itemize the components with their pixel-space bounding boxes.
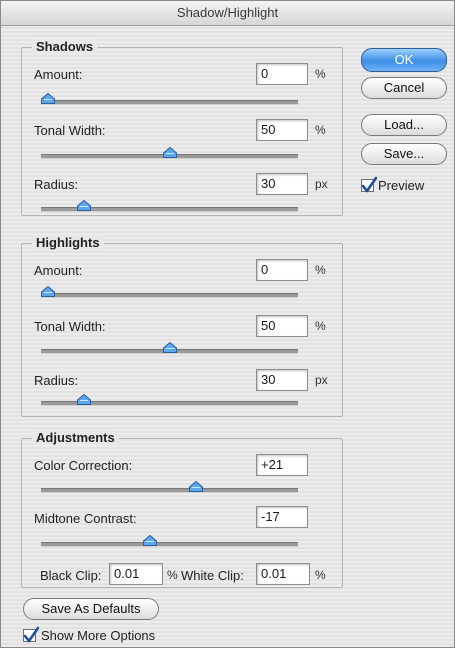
highlights-radius-field[interactable]: 30 bbox=[256, 369, 308, 391]
shadows-radius-label: Radius: bbox=[34, 177, 79, 192]
slider-thumb[interactable] bbox=[162, 145, 177, 158]
shadows-tonal-width-field[interactable]: 50 bbox=[256, 119, 308, 141]
highlights-tonal-width-label: Tonal Width: bbox=[34, 319, 106, 334]
highlights-tonal-width-unit: % bbox=[315, 319, 326, 333]
highlights-amount-label: Amount: bbox=[34, 263, 83, 278]
show-more-options-label: Show More Options bbox=[41, 628, 156, 643]
window-title: Shadow/Highlight bbox=[1, 1, 454, 26]
show-more-options-row[interactable]: Show More Options bbox=[23, 626, 203, 645]
shadow-highlight-dialog: Shadow/Highlight Shadows Amount: 0 % Ton… bbox=[0, 0, 455, 648]
slider-thumb[interactable] bbox=[41, 284, 55, 297]
black-clip-unit: % bbox=[167, 568, 178, 582]
save-button[interactable]: Save... bbox=[361, 143, 447, 165]
slider-thumb[interactable] bbox=[77, 198, 92, 211]
shadows-amount-label: Amount: bbox=[34, 67, 83, 82]
white-clip-field[interactable]: 0.01 bbox=[256, 563, 310, 585]
slider-thumb[interactable] bbox=[77, 392, 92, 405]
load-button[interactable]: Load... bbox=[361, 114, 447, 136]
slider-thumb[interactable] bbox=[41, 91, 55, 104]
checkmark-icon bbox=[23, 626, 39, 643]
checkmark-icon bbox=[361, 176, 377, 193]
black-clip-field[interactable]: 0.01 bbox=[109, 563, 163, 585]
highlights-amount-unit: % bbox=[315, 263, 326, 277]
shadows-amount-track[interactable] bbox=[41, 100, 298, 105]
shadows-title: Shadows bbox=[32, 39, 98, 54]
slider-thumb[interactable] bbox=[189, 479, 204, 492]
shadows-amount-field[interactable]: 0 bbox=[256, 63, 308, 85]
shadows-tonal-width-unit: % bbox=[315, 123, 326, 137]
midtone-contrast-track[interactable] bbox=[41, 542, 298, 547]
midtone-contrast-field[interactable]: -17 bbox=[256, 506, 308, 528]
highlights-title: Highlights bbox=[32, 235, 104, 250]
shadows-tonal-width-label: Tonal Width: bbox=[34, 123, 106, 138]
shadows-radius-field[interactable]: 30 bbox=[256, 173, 308, 195]
color-correction-track[interactable] bbox=[41, 488, 298, 493]
midtone-contrast-label: Midtone Contrast: bbox=[34, 511, 137, 526]
shadows-radius-unit: px bbox=[315, 177, 328, 191]
preview-label: Preview bbox=[378, 178, 425, 193]
preview-checkbox-row[interactable]: Preview bbox=[361, 176, 451, 195]
slider-thumb[interactable] bbox=[162, 340, 177, 353]
shadows-amount-unit: % bbox=[315, 67, 326, 81]
slider-thumb[interactable] bbox=[143, 533, 158, 546]
show-more-options-checkbox[interactable] bbox=[23, 626, 39, 643]
color-correction-label: Color Correction: bbox=[34, 458, 133, 473]
cancel-button[interactable]: Cancel bbox=[361, 77, 447, 99]
highlights-radius-label: Radius: bbox=[34, 373, 79, 388]
adjustments-title: Adjustments bbox=[32, 430, 119, 445]
white-clip-label: White Clip: bbox=[181, 568, 244, 583]
highlights-amount-field[interactable]: 0 bbox=[256, 259, 308, 281]
black-clip-label: Black Clip: bbox=[40, 568, 102, 583]
highlights-radius-unit: px bbox=[315, 373, 328, 387]
highlights-amount-track[interactable] bbox=[41, 293, 298, 298]
color-correction-field[interactable]: +21 bbox=[256, 454, 308, 476]
white-clip-unit: % bbox=[315, 568, 326, 582]
preview-checkbox[interactable] bbox=[361, 176, 377, 193]
save-as-defaults-button[interactable]: Save As Defaults bbox=[23, 598, 159, 620]
ok-button[interactable]: OK bbox=[361, 48, 447, 72]
highlights-tonal-width-field[interactable]: 50 bbox=[256, 315, 308, 337]
